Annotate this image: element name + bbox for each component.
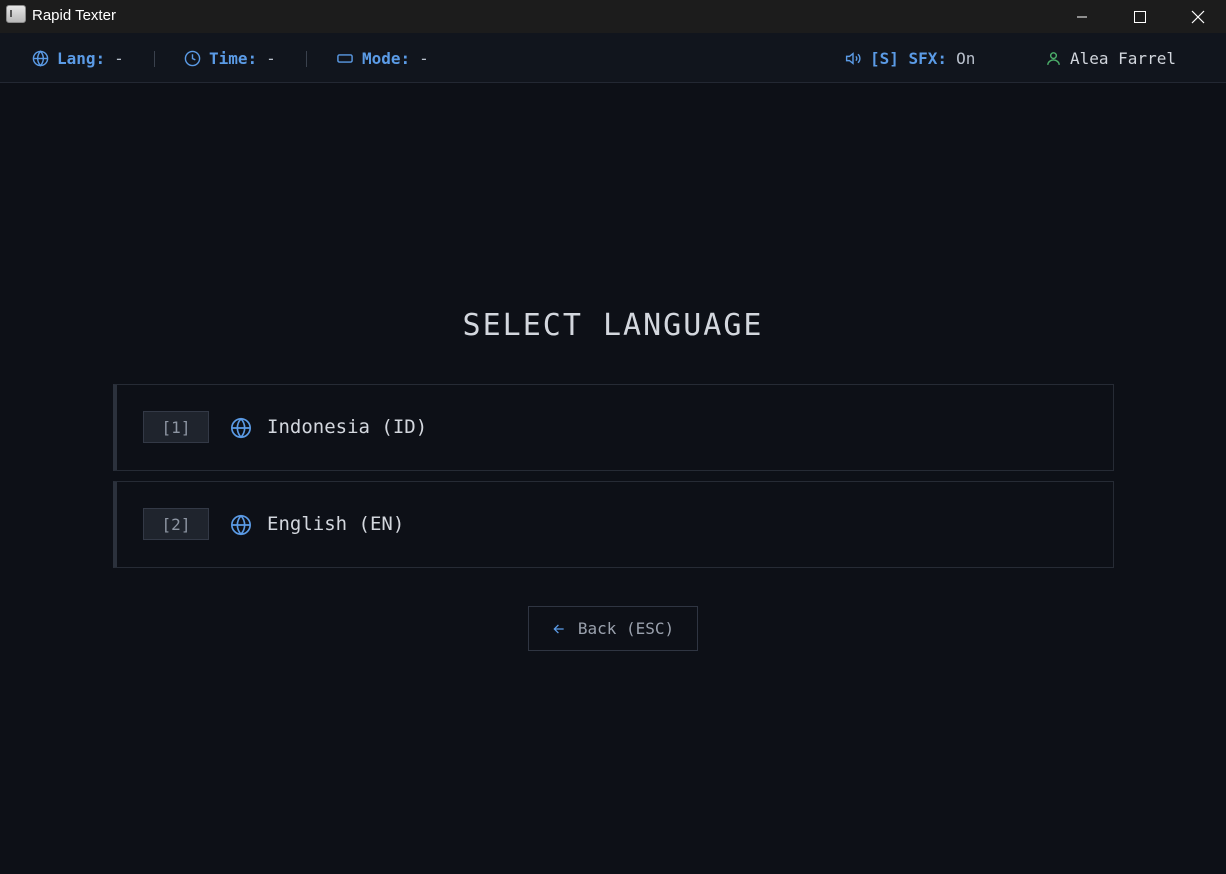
status-bar: Lang: - Time: - Mode: - [S] SFX: On Alea…: [0, 33, 1226, 83]
page-title: SELECT LANGUAGE: [462, 308, 764, 343]
user-name: Alea Farrel: [1070, 48, 1176, 68]
app-icon: [6, 5, 26, 23]
option-key-badge: [1]: [143, 411, 209, 443]
back-label: Back (ESC): [577, 619, 675, 638]
mode-value: -: [419, 48, 429, 68]
globe-icon: [231, 514, 251, 536]
globe-icon: [231, 417, 251, 439]
close-button[interactable]: [1169, 0, 1226, 33]
sfx-value: On: [956, 48, 976, 68]
arrow-left-icon: [553, 623, 564, 634]
maximize-button[interactable]: [1111, 0, 1169, 33]
minimize-button[interactable]: [1053, 0, 1111, 33]
lang-value: -: [114, 48, 124, 68]
option-label: Indonesia (ID): [267, 416, 428, 438]
clock-icon: [184, 50, 201, 66]
app-window: Rapid Texter Lang: - Time: - Mode: - [S]…: [0, 0, 1226, 874]
user-profile[interactable]: Alea Farrel: [1045, 33, 1176, 83]
time-label: Time:: [209, 48, 258, 68]
keyboard-icon: [337, 53, 353, 63]
status-divider: [154, 51, 155, 67]
lang-label: Lang:: [57, 48, 106, 68]
minimize-icon: [1077, 16, 1087, 17]
mode-status: Mode: -: [336, 33, 429, 83]
back-button[interactable]: Back (ESC): [528, 606, 698, 651]
user-icon: [1047, 51, 1060, 65]
option-label: English (EN): [267, 513, 405, 535]
language-option-indonesia[interactable]: [1] Indonesia (ID): [113, 384, 1114, 471]
option-key-badge: [2]: [143, 508, 209, 540]
sfx-label: [S] SFX:: [870, 48, 948, 68]
lang-status: Lang: -: [32, 33, 124, 83]
maximize-icon: [1134, 10, 1146, 23]
language-option-english[interactable]: [2] English (EN): [113, 481, 1114, 568]
sfx-toggle[interactable]: [S] SFX: On: [844, 33, 975, 83]
close-icon: [1191, 10, 1205, 23]
globe-icon: [32, 49, 49, 67]
mode-label: Mode:: [362, 48, 411, 68]
window-title: Rapid Texter: [32, 7, 116, 24]
title-bar: Rapid Texter: [0, 0, 1226, 33]
time-status: Time: -: [184, 33, 276, 83]
speaker-icon: [845, 51, 861, 65]
time-value: -: [266, 48, 276, 68]
status-divider: [306, 51, 307, 67]
